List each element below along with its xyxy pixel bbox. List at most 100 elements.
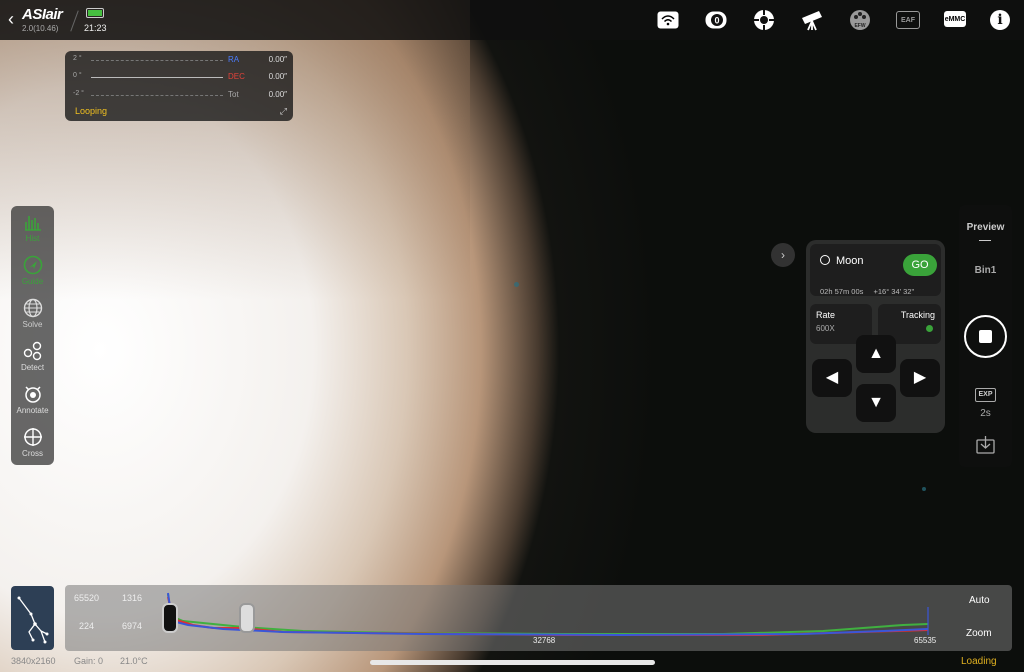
hist-value-bottom: 6974 [122, 621, 143, 631]
tool-label: Cross [22, 449, 43, 458]
graph-row-top: 2 ° RA 0.00″ [73, 55, 287, 67]
emmc-icon[interactable]: eMMC [944, 11, 966, 27]
capture-panel: Preview Bin1 EXP 2s [959, 205, 1012, 467]
clock: 21:23 [84, 23, 107, 33]
goto-search[interactable]: Moon GO 02h 57m 00s +16° 34' 32" [810, 244, 941, 296]
resolution: 3840x2160 [11, 656, 56, 666]
arrow-right-icon: ▶ [913, 369, 927, 386]
exposure-icon[interactable]: EXP [975, 388, 996, 402]
star [922, 487, 926, 491]
histogram-panel: 65520 1316 224 6974 32768 65535 Auto Zoo… [65, 585, 1012, 651]
detect-icon [23, 341, 41, 361]
arrow-left-icon: ◀ [825, 369, 839, 386]
target-dec: +16° 34' 32" [873, 287, 915, 296]
target-ra: 02h 57m 00s [820, 287, 864, 296]
tracking-label: Tracking [900, 310, 935, 320]
tool-cross[interactable]: Cross [11, 427, 54, 458]
hist-value-top: 1316 [122, 593, 143, 603]
white-point-slider[interactable] [239, 603, 255, 633]
slew-west-button[interactable]: ◀ [812, 359, 852, 397]
tool-label: Guide [21, 277, 44, 286]
bin-selector[interactable]: Bin1 [959, 265, 1012, 276]
slew-north-button[interactable]: ▲ [856, 335, 896, 373]
constellation-icon [17, 596, 49, 644]
mount-control-panel: Moon GO 02h 57m 00s +16° 34' 32" Rate 60… [806, 240, 945, 433]
chevron-right-icon: › [781, 248, 785, 262]
axis-label-bottom: -2 ° [73, 90, 84, 97]
download-icon[interactable] [976, 435, 995, 457]
tool-label: Hist [25, 234, 40, 243]
tool-label: Solve [22, 320, 43, 329]
telescope-icon[interactable] [800, 8, 824, 32]
zero-line [91, 77, 223, 78]
guide-status: Looping [75, 106, 108, 116]
top-bar: ‹ ASIair 2.0(10.46) 21:23 0 EFW EAF eMMC… [0, 0, 1024, 40]
info-icon[interactable]: i [990, 10, 1010, 30]
stop-capture-button[interactable] [964, 315, 1007, 358]
dec-label: DEC [228, 72, 245, 81]
globe-icon [23, 298, 42, 318]
star [514, 282, 519, 287]
exposure-value[interactable]: 2s [959, 408, 1012, 419]
sensor-temperature: 21.0°C [120, 656, 148, 666]
divider [70, 10, 79, 32]
tool-solve[interactable]: Solve [11, 298, 54, 329]
eaf-icon[interactable]: EAF [896, 11, 920, 29]
gridline [91, 60, 223, 61]
tot-label: Tot [228, 90, 239, 99]
mode-selector[interactable]: Preview [959, 222, 1012, 233]
app-version: 2.0(10.46) [22, 24, 59, 33]
slew-east-button[interactable]: ▶ [900, 359, 940, 397]
tool-label: Detect [20, 363, 45, 372]
device-toolbar: 0 EFW EAF eMMC i [656, 8, 1010, 32]
graph-row-mid: 0 ° DEC 0.00″ [73, 72, 287, 84]
go-button[interactable]: GO [903, 254, 937, 276]
tool-annotate[interactable]: Annotate [11, 384, 54, 415]
rate-value: 600X [816, 324, 835, 333]
crosshair-icon [23, 428, 42, 446]
wifi-icon[interactable] [656, 8, 680, 32]
arrow-down-icon: ▼ [868, 394, 884, 411]
axis-label-top: 2 ° [73, 55, 82, 62]
histogram-plot [167, 592, 929, 637]
hist-tick-mid: 32768 [533, 636, 556, 645]
tool-panel: Hist Guide Solve Detect Annotate Cross [11, 206, 54, 465]
graph-row-bottom: -2 ° Tot 0.00″ [73, 90, 287, 102]
hist-tick-end: 65535 [914, 636, 937, 645]
moon-image-overlay [0, 0, 470, 300]
hist-max: 65520 [74, 593, 100, 603]
annotate-icon [24, 386, 41, 403]
axis-label-mid: 0 ° [73, 72, 82, 79]
auto-stretch-button[interactable]: Auto [969, 595, 990, 606]
target-coordinates: 02h 57m 00s +16° 34' 32" [820, 287, 940, 296]
tool-detect[interactable]: Detect [11, 341, 54, 372]
collapse-mount-panel-button[interactable]: › [771, 243, 795, 267]
gain: Gain: 0 [74, 656, 104, 666]
dec-value: 0.00″ [268, 72, 287, 81]
slew-south-button[interactable]: ▼ [856, 384, 896, 422]
home-indicator[interactable] [370, 660, 655, 665]
efw-icon[interactable]: EFW [848, 8, 872, 32]
ra-label: RA [228, 55, 240, 64]
back-icon[interactable]: ‹ [8, 9, 14, 30]
guide-graph-panel[interactable]: 2 ° RA 0.00″ 0 ° DEC 0.00″ -2 ° Tot 0.00… [65, 51, 293, 121]
black-point-slider[interactable] [162, 603, 178, 633]
tool-label: Annotate [16, 406, 49, 415]
guide-icon [23, 255, 42, 275]
constellation-thumbnail[interactable] [11, 586, 54, 650]
guide-scope-icon[interactable] [752, 8, 776, 32]
target-name: Moon [836, 255, 864, 267]
zoom-button[interactable]: Zoom [966, 628, 992, 639]
app-brand: ASIair [22, 6, 63, 23]
histogram-icon [24, 216, 41, 231]
svg-text:EFW: EFW [854, 23, 865, 29]
tracking-indicator [926, 325, 933, 332]
gridline [91, 95, 223, 96]
expand-icon[interactable]: ⤢ [280, 106, 287, 117]
camera-icon[interactable]: 0 [704, 8, 728, 32]
tool-guide[interactable]: Guide [11, 255, 54, 286]
ra-value: 0.00″ [268, 55, 287, 64]
battery-icon [86, 8, 104, 18]
tool-hist[interactable]: Hist [11, 212, 54, 243]
rate-label: Rate [816, 310, 836, 320]
